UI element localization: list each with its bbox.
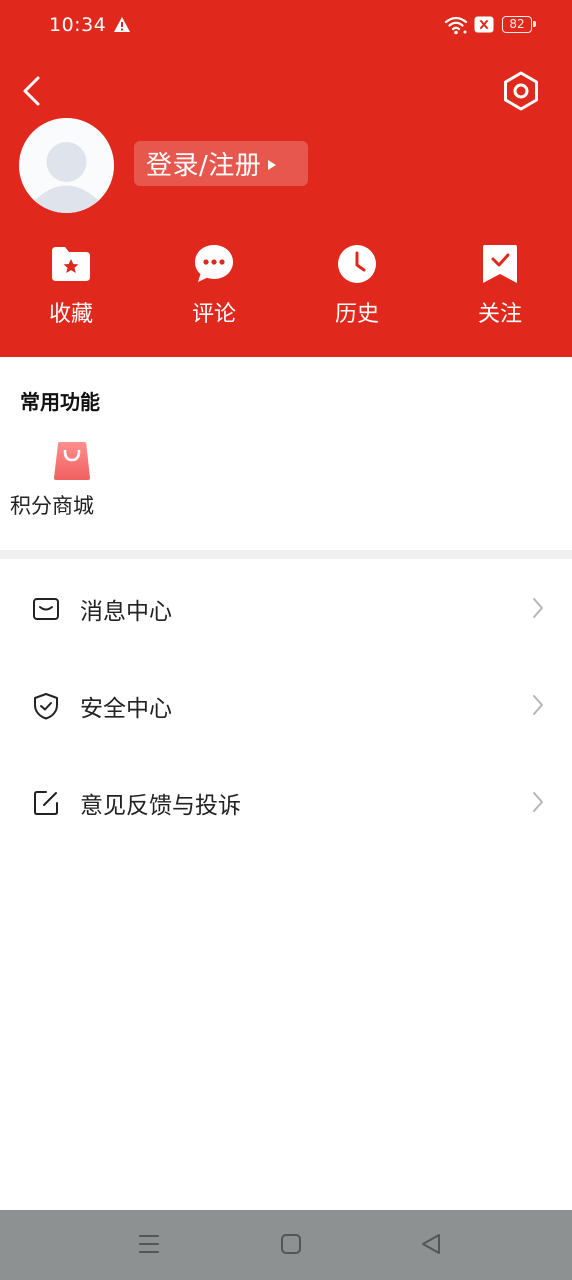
clock-icon xyxy=(338,245,376,283)
menu-item-message-center[interactable]: 消息中心 xyxy=(0,560,572,656)
settings-button[interactable] xyxy=(500,70,542,112)
quick-action-favorites[interactable]: 收藏 xyxy=(21,242,121,328)
default-avatar-icon xyxy=(19,118,114,213)
quick-action-comments[interactable]: 评论 xyxy=(164,242,264,328)
status-bar: 10:34 82 xyxy=(0,0,572,52)
shopping-bag-icon xyxy=(54,442,90,480)
warning-icon xyxy=(114,17,130,32)
quick-action-history[interactable]: 历史 xyxy=(307,242,407,328)
status-time: 10:34 xyxy=(49,14,107,36)
bookmark-check-icon xyxy=(483,245,517,283)
sim-blocked-icon xyxy=(474,16,494,33)
triangle-right-icon xyxy=(268,159,277,170)
shield-check-icon xyxy=(34,693,58,720)
points-mall-label: 积分商城 xyxy=(10,494,94,518)
message-envelope-icon xyxy=(33,598,59,620)
chat-bubble-icon xyxy=(195,245,233,282)
back-triangle-icon[interactable] xyxy=(420,1232,442,1256)
wifi-icon xyxy=(444,16,468,35)
chevron-right-icon xyxy=(533,598,543,618)
menu-item-label: 消息中心 xyxy=(80,599,172,625)
login-register-label: 登录/注册 xyxy=(146,151,262,181)
home-square-icon[interactable] xyxy=(280,1232,302,1256)
menu-item-label: 意见反馈与投诉 xyxy=(80,793,241,819)
section-divider xyxy=(0,550,572,559)
common-functions-title: 常用功能 xyxy=(20,390,100,414)
menu-item-feedback[interactable]: 意见反馈与投诉 xyxy=(0,754,572,850)
quick-action-label: 关注 xyxy=(477,302,522,327)
menu-icon[interactable] xyxy=(138,1232,160,1256)
menu-item-label: 安全中心 xyxy=(80,696,172,722)
avatar[interactable] xyxy=(19,118,114,213)
battery-icon: 82 xyxy=(502,16,536,33)
points-mall-item[interactable]: 积分商城 xyxy=(10,440,122,520)
login-register-button[interactable]: 登录/注册 xyxy=(134,141,308,186)
chevron-right-icon xyxy=(533,792,543,812)
quick-action-label: 收藏 xyxy=(48,302,93,327)
profile-header: 10:34 82 登录/注册 收藏 评论 历史 关注 xyxy=(0,0,572,357)
chevron-right-icon xyxy=(533,695,543,715)
quick-action-following[interactable]: 关注 xyxy=(450,242,550,328)
menu-item-security-center[interactable]: 安全中心 xyxy=(0,657,572,753)
edit-square-icon xyxy=(34,791,58,815)
folder-star-icon xyxy=(52,247,90,281)
back-button[interactable] xyxy=(16,72,50,110)
quick-action-label: 历史 xyxy=(334,302,379,327)
quick-action-label: 评论 xyxy=(191,302,236,327)
system-navigation-bar xyxy=(0,1210,572,1280)
